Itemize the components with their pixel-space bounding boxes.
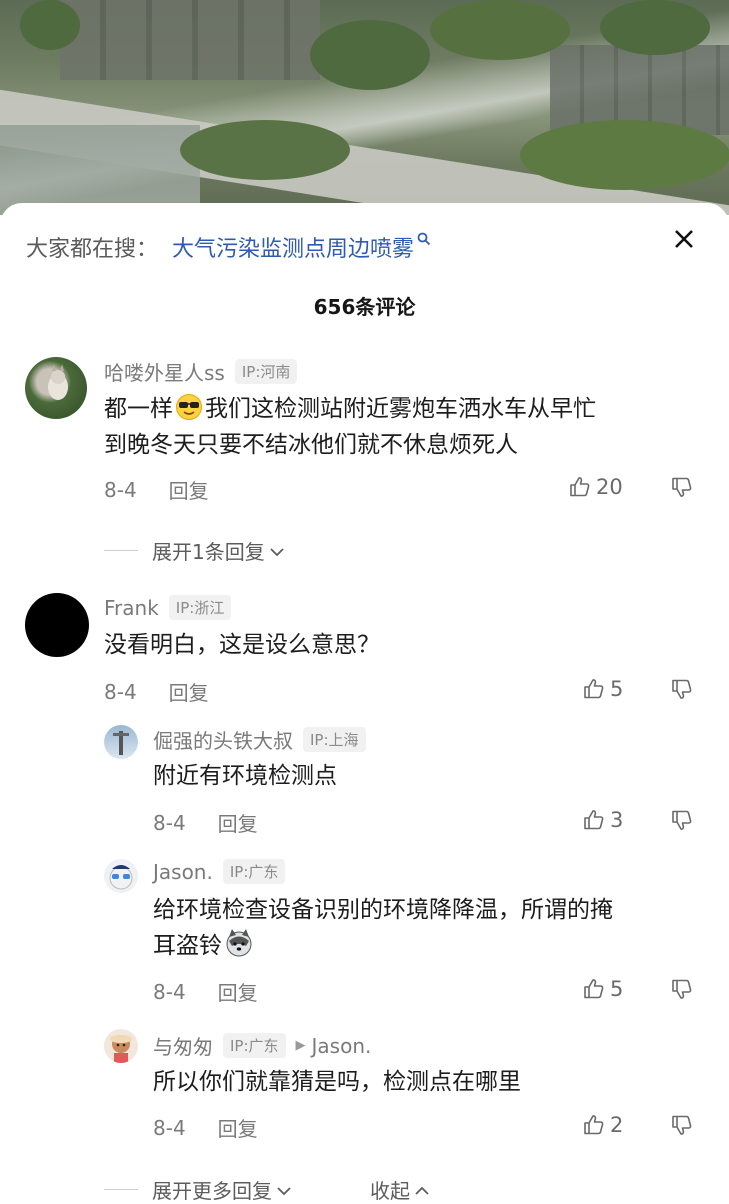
like-count: 5 [610, 977, 624, 1001]
username[interactable]: Jason. [153, 860, 213, 884]
reply-to-username[interactable]: Jason. [312, 1034, 372, 1058]
thumbs-down-icon[interactable] [670, 977, 694, 1005]
expand-more-replies-button[interactable]: 展开更多回复 [104, 1175, 292, 1204]
search-prefix: 大家都在搜： [26, 237, 159, 262]
comment-date: 8-4 [104, 679, 137, 704]
reply-button[interactable]: 回复 [218, 977, 258, 1006]
avatar[interactable] [104, 859, 138, 893]
comments-sheet: 大家都在搜： 大气污染监测点周边喷雾 656条评论 哈喽外星人ss IP:河南 … [0, 203, 729, 1203]
username[interactable]: 与匆匆 [153, 1031, 213, 1060]
divider-line [104, 550, 138, 551]
comment-text: 都一样 我们这检测站附近雾炮车洒水车从早忙 到晚冬天只要不结冰他们就不休息烦死人 [104, 391, 694, 463]
comment-date: 8-4 [153, 979, 186, 1004]
reply-text: 给环境检查设备识别的环境降降温，所谓的掩 耳盗铃 [153, 892, 713, 964]
reply-button[interactable]: 回复 [218, 808, 258, 837]
background-tree [20, 0, 80, 50]
husky-dog-emoji-icon [224, 928, 252, 957]
comment-text-part: 到晚冬天只要不结冰他们就不休息烦死人 [104, 432, 518, 458]
avatar[interactable] [25, 357, 87, 419]
avatar[interactable] [104, 1029, 138, 1063]
like-count: 5 [610, 677, 624, 701]
expand-replies-button[interactable]: 展开1条回复 [104, 536, 285, 565]
like-count: 20 [596, 475, 623, 499]
ip-location-badge: IP:河南 [234, 359, 298, 384]
background-tree [430, 0, 570, 60]
like-count: 2 [610, 1113, 624, 1137]
reply-text-part: 给环境检查设备识别的环境降降温，所谓的掩 [153, 897, 613, 923]
background-tree [180, 120, 350, 180]
like-count: 3 [610, 808, 624, 832]
reply-text: 所以你们就靠猜是吗，检测点在哪里 [153, 1069, 521, 1095]
reply-button[interactable]: 回复 [218, 1113, 258, 1142]
like-button[interactable]: 3 [582, 808, 623, 832]
ip-location-badge: IP:上海 [303, 727, 366, 752]
thumbs-down-icon[interactable] [670, 1113, 694, 1141]
thumbs-up-icon [584, 810, 604, 830]
avatar[interactable] [25, 593, 89, 657]
like-button[interactable]: 5 [582, 977, 623, 1001]
like-button[interactable]: 2 [582, 1113, 623, 1137]
expand-replies-label: 展开1条回复 [152, 540, 265, 564]
comment-count: 656条评论 [313, 295, 416, 319]
reply-text: 附近有环境检测点 [153, 763, 337, 789]
ip-location-badge: IP:广东 [223, 1033, 286, 1058]
thumbs-down-icon[interactable] [670, 475, 694, 503]
collapse-replies-button[interactable]: 收起 [370, 1175, 430, 1204]
comment-date: 8-4 [104, 477, 137, 502]
video-background [0, 0, 729, 215]
reply-to-arrow-icon: ▶ [295, 1038, 306, 1053]
divider-line [104, 1189, 138, 1190]
ip-location-badge: IP:广东 [222, 859, 286, 884]
comment-text-part: 我们这检测站附近雾炮车洒水车从早忙 [205, 396, 596, 422]
search-query-link[interactable]: 大气污染监测点周边喷雾 [172, 231, 414, 263]
comment-date: 8-4 [153, 1115, 186, 1140]
comment-text-part: 都一样 [104, 396, 173, 422]
thumbs-up-icon [584, 979, 604, 999]
chevron-up-icon [414, 1178, 430, 1202]
thumbs-up-icon [584, 679, 604, 699]
cool-sunglasses-emoji-icon [175, 393, 203, 421]
like-button[interactable]: 5 [582, 677, 623, 701]
username[interactable]: 哈喽外星人ss [104, 357, 225, 386]
ip-location-badge: IP:浙江 [168, 595, 232, 620]
thumbs-down-icon[interactable] [670, 808, 694, 836]
thumbs-down-icon[interactable] [670, 677, 694, 705]
username[interactable]: 倔强的头铁大叔 [153, 725, 293, 754]
search-suggestion[interactable]: 大家都在搜： 大气污染监测点周边喷雾 [26, 227, 431, 267]
username[interactable]: Frank [104, 596, 159, 620]
reply-text-part: 耳盗铃 [153, 933, 222, 959]
chevron-down-icon [276, 1178, 292, 1202]
chevron-down-icon [269, 539, 285, 563]
background-tree [310, 20, 430, 90]
comment-text: 没看明白，这是设么意思？ [104, 632, 380, 658]
background-tree [600, 0, 710, 55]
background-water [0, 125, 200, 215]
background-tree [520, 120, 729, 190]
thumbs-up-icon [584, 1115, 604, 1135]
avatar[interactable] [104, 725, 138, 759]
reply-button[interactable]: 回复 [169, 475, 209, 504]
expand-more-label: 展开更多回复 [152, 1179, 272, 1203]
comment-date: 8-4 [153, 810, 186, 835]
collapse-label: 收起 [370, 1179, 410, 1203]
thumbs-up-icon [570, 477, 590, 497]
close-icon[interactable] [668, 223, 700, 255]
background-wall [60, 0, 320, 80]
like-button[interactable]: 20 [568, 475, 623, 499]
reply-button[interactable]: 回复 [169, 677, 209, 706]
search-icon [417, 232, 431, 250]
